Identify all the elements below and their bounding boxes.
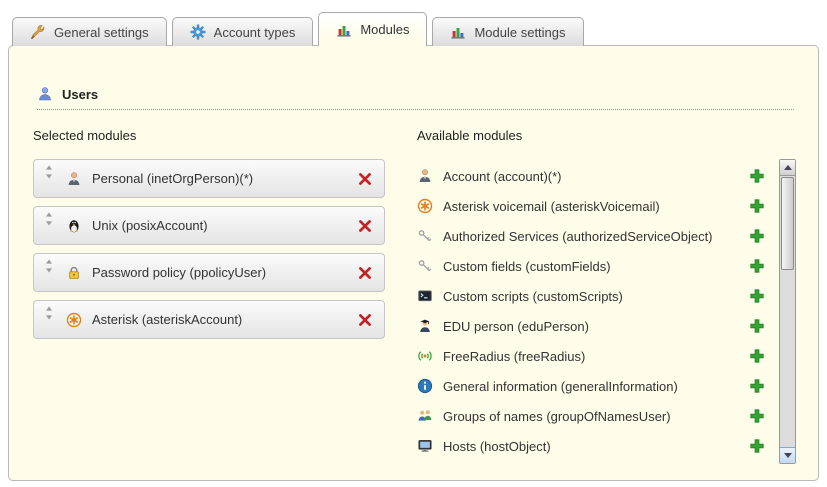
bar-chart-icon: [336, 22, 352, 38]
available-module-row: Asterisk voicemail (asteriskVoicemail): [417, 191, 779, 221]
tab-bar: General settings Account ty: [8, 12, 819, 46]
add-module-button[interactable]: [749, 168, 765, 184]
module-label: Custom scripts (customScripts): [443, 289, 623, 304]
gear-icon: [190, 24, 206, 40]
edu-person-icon: [417, 318, 434, 335]
terminal-icon: [417, 288, 434, 305]
triangle-up-icon: [784, 165, 792, 170]
available-modules-listwrap: Account (account)(*): [417, 159, 796, 464]
module-label: Personal (inetOrgPerson)(*): [92, 171, 349, 186]
remove-module-button[interactable]: [357, 218, 373, 234]
add-module-button[interactable]: [749, 348, 765, 364]
module-columns: Selected modules Persona: [31, 128, 796, 464]
tux-penguin-icon: [66, 218, 82, 234]
scroll-track[interactable]: [780, 176, 795, 447]
add-module-button[interactable]: [749, 258, 765, 274]
user-icon: [37, 86, 53, 102]
module-label: Custom fields (customFields): [443, 259, 611, 274]
scroll-thumb[interactable]: [781, 177, 794, 270]
available-module-row: FreeRadius (freeRadius): [417, 341, 779, 371]
padlock-icon: [66, 265, 82, 281]
add-module-button[interactable]: [749, 438, 765, 454]
tab-label: General settings: [54, 25, 149, 40]
available-module-row: General information (generalInformation): [417, 371, 779, 401]
selected-module-row: Personal (inetOrgPerson)(*): [33, 159, 385, 198]
tab-label: Modules: [360, 22, 409, 37]
module-label: Password policy (ppolicyUser): [92, 265, 349, 280]
tab-module-settings[interactable]: Module settings: [432, 17, 583, 46]
person-icon: [66, 171, 82, 187]
available-list-scrollbar[interactable]: [779, 159, 796, 464]
add-module-button[interactable]: [749, 378, 765, 394]
scroll-down-button[interactable]: [780, 447, 795, 463]
drag-handle-icon[interactable]: [45, 212, 53, 226]
module-label: Account (account)(*): [443, 169, 562, 184]
wrench-icon: [30, 24, 46, 40]
available-module-row: Account (account)(*): [417, 161, 779, 191]
add-module-button[interactable]: [749, 228, 765, 244]
drag-handle-icon[interactable]: [45, 259, 53, 273]
module-label: Groups of names (groupOfNamesUser): [443, 409, 671, 424]
person-icon: [417, 168, 434, 185]
tab-account-types[interactable]: Account types: [172, 17, 314, 46]
available-modules-heading: Available modules: [417, 128, 796, 143]
add-module-button[interactable]: [749, 318, 765, 334]
lam-configuration-page: General settings Account ty: [0, 0, 827, 487]
monitor-icon: [417, 438, 434, 455]
asterisk-icon: [417, 198, 434, 215]
keys-icon: [417, 258, 434, 275]
modules-panel: Users Selected modules: [8, 45, 819, 481]
available-module-row: EDU person (eduPerson): [417, 311, 779, 341]
tab-label: Account types: [214, 25, 296, 40]
remove-module-button[interactable]: [357, 265, 373, 281]
tab-general-settings[interactable]: General settings: [12, 17, 167, 46]
tab-label: Module settings: [474, 25, 565, 40]
drag-handle-icon[interactable]: [45, 306, 53, 320]
group-icon: [417, 408, 434, 425]
available-module-row: Authorized Services (authorizedServiceOb…: [417, 221, 779, 251]
add-module-button[interactable]: [749, 408, 765, 424]
add-module-button[interactable]: [749, 198, 765, 214]
tab-modules[interactable]: Modules: [318, 12, 427, 46]
add-module-button[interactable]: [749, 288, 765, 304]
drag-handle-icon[interactable]: [45, 165, 53, 179]
section-title: Users: [62, 87, 98, 102]
available-module-row: Custom fields (customFields): [417, 251, 779, 281]
module-label: Unix (posixAccount): [92, 218, 349, 233]
selected-module-row: Unix (posixAccount): [33, 206, 385, 245]
antenna-icon: [417, 348, 434, 365]
available-module-row: Custom scripts (customScripts): [417, 281, 779, 311]
selected-module-row: Password policy (ppolicyUser): [33, 253, 385, 292]
available-module-row: Groups of names (groupOfNamesUser): [417, 401, 779, 431]
available-module-row: Hosts (hostObject): [417, 431, 779, 461]
module-label: Asterisk (asteriskAccount): [92, 312, 349, 327]
remove-module-button[interactable]: [357, 171, 373, 187]
asterisk-icon: [66, 312, 82, 328]
bar-chart-icon: [450, 24, 466, 40]
module-label: Hosts (hostObject): [443, 439, 551, 454]
module-label: General information (generalInformation): [443, 379, 678, 394]
remove-module-button[interactable]: [357, 312, 373, 328]
selected-modules-heading: Selected modules: [33, 128, 385, 143]
module-label: Authorized Services (authorizedServiceOb…: [443, 229, 713, 244]
module-label: EDU person (eduPerson): [443, 319, 589, 334]
triangle-down-icon: [784, 453, 792, 458]
available-modules-list: Account (account)(*): [417, 159, 779, 464]
scroll-up-button[interactable]: [780, 160, 795, 176]
info-icon: [417, 378, 434, 395]
selected-module-row: Asterisk (asteriskAccount): [33, 300, 385, 339]
users-section-header: Users: [37, 86, 794, 110]
module-label: Asterisk voicemail (asteriskVoicemail): [443, 199, 660, 214]
keys-icon: [417, 228, 434, 245]
module-label: FreeRadius (freeRadius): [443, 349, 585, 364]
selected-modules-column: Selected modules Persona: [33, 128, 385, 464]
available-modules-column: Available modules Account (acc: [417, 128, 796, 464]
